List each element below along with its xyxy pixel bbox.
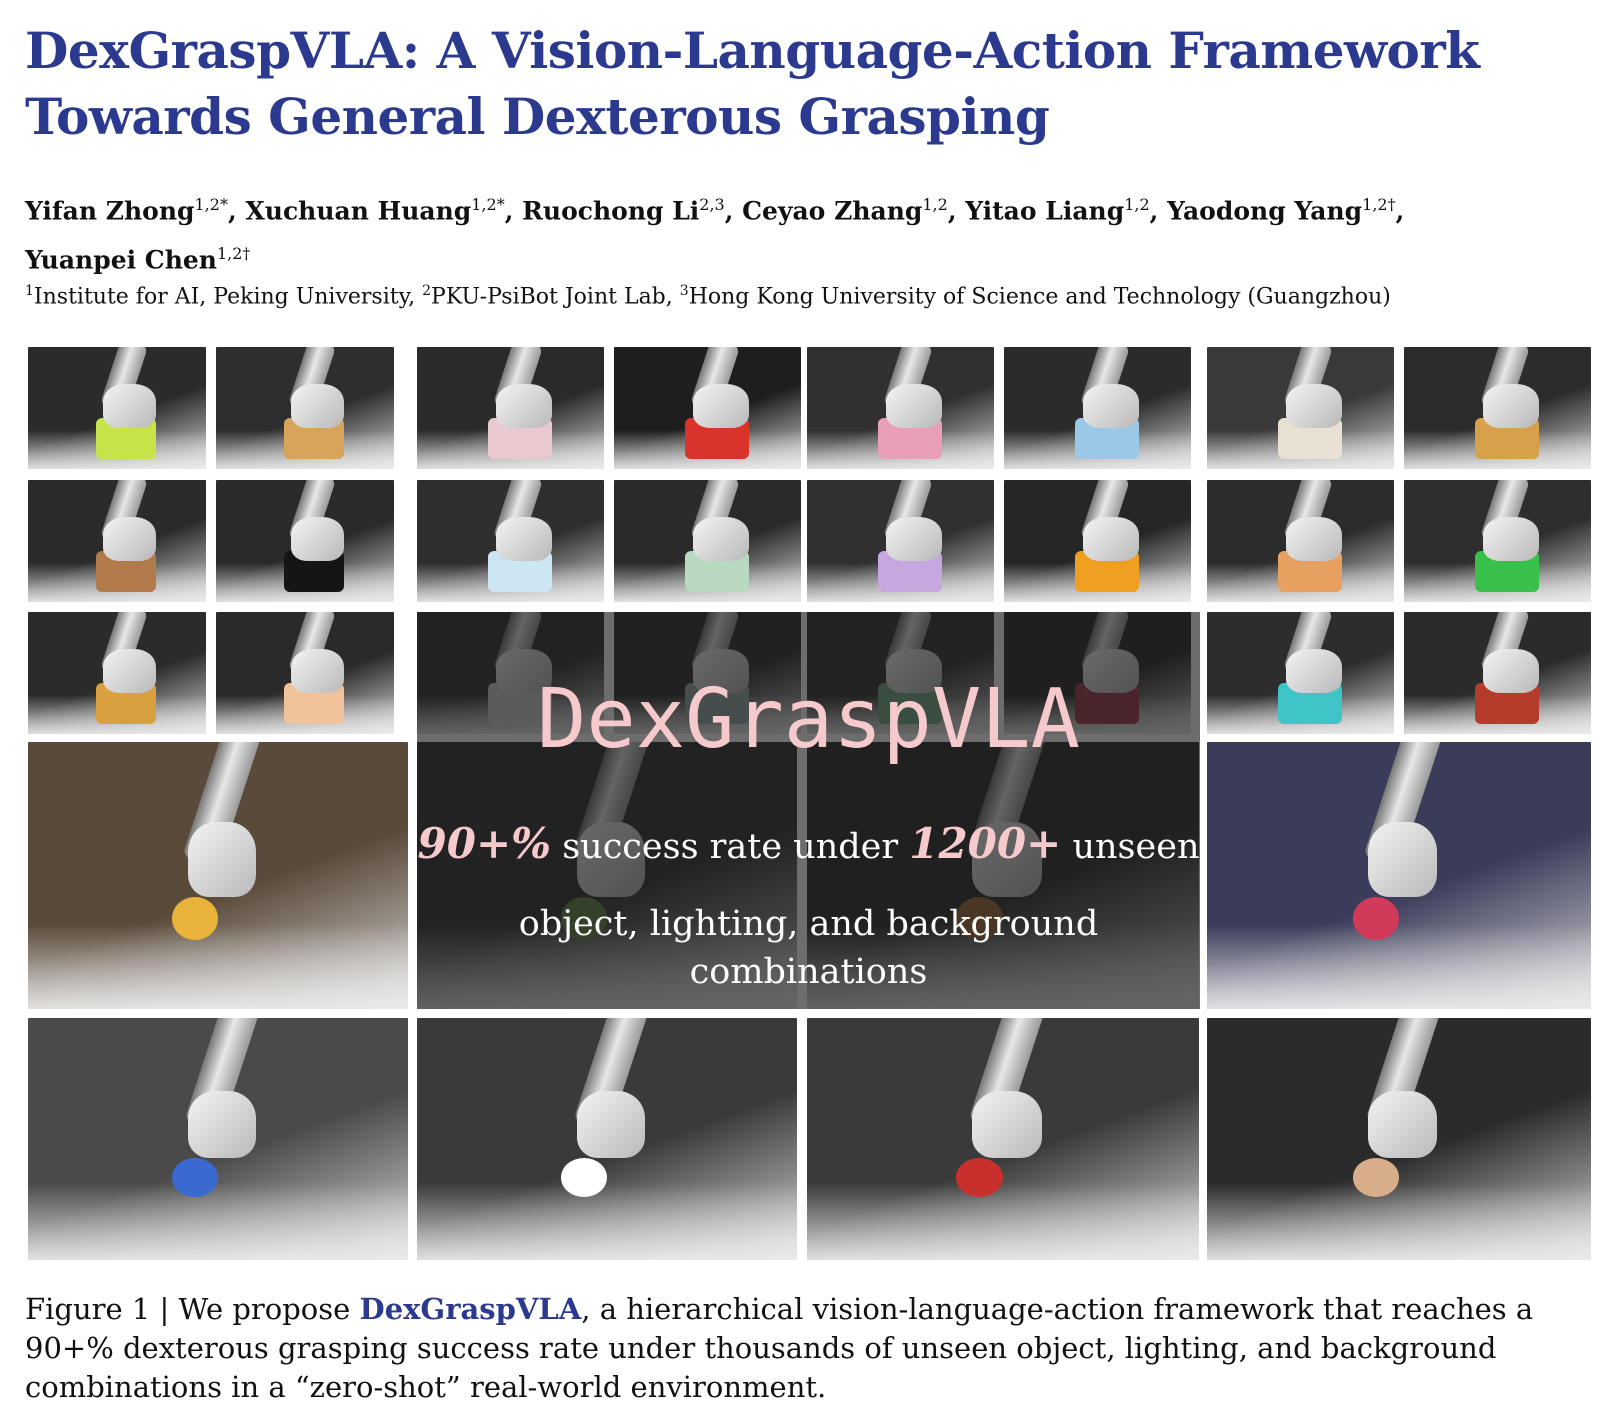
grasped-object — [172, 896, 218, 940]
figure-photo-tile — [216, 480, 394, 602]
figure-photo-tile — [1404, 612, 1591, 734]
robot-hand — [1482, 383, 1539, 428]
table-surface — [1207, 1182, 1591, 1260]
author-affil: 1,2* — [194, 195, 228, 214]
robot-hand — [495, 516, 552, 561]
affil-name: Hong Kong University of Science and Tech… — [688, 284, 1391, 310]
robot-hand — [1482, 516, 1539, 561]
figure-photo-tile — [216, 612, 394, 734]
robot-hand — [290, 648, 345, 693]
robot-hand — [290, 516, 345, 561]
figure-photo-tile — [1207, 742, 1591, 1009]
robot-hand — [1082, 383, 1139, 428]
robot-hand — [692, 383, 749, 428]
figure-photo-tile — [28, 480, 206, 602]
figure-photo-tile — [28, 612, 206, 734]
figure-photo-tile — [614, 347, 801, 469]
figure-photo-tile — [1207, 1018, 1591, 1260]
robot-hand — [1082, 516, 1139, 561]
robot-hand — [290, 383, 345, 428]
figure-photo-tile — [417, 480, 604, 602]
figure-photo-tile — [1207, 347, 1394, 469]
author-list: Yifan Zhong1,2*, Xuchuan Huang1,2*, Ruoc… — [25, 195, 1405, 275]
figure-photo-tile — [1207, 612, 1394, 734]
figure-photo-tile — [417, 347, 604, 469]
author-name: Yitao Liang — [965, 196, 1125, 226]
author-name: Yifan Zhong — [25, 196, 195, 226]
figure-photo-tile — [807, 347, 994, 469]
robot-hand — [692, 516, 749, 561]
figure-photo-tile — [28, 347, 206, 469]
table-surface — [417, 1182, 797, 1260]
caption-highlight: DexGraspVLA — [359, 1292, 582, 1326]
figure-photo-tile — [1004, 480, 1191, 602]
robot-hand — [1482, 648, 1539, 693]
table-surface — [28, 923, 408, 1009]
robot-hand — [1285, 648, 1342, 693]
affil-number: 3 — [679, 283, 689, 299]
figure-photo-tile — [807, 1018, 1199, 1260]
author-name: Ceyao Zhang — [742, 196, 923, 226]
author-affil: 2,3 — [699, 195, 725, 214]
table-surface — [28, 1182, 408, 1260]
grasped-object — [1352, 896, 1399, 940]
figure-photo-tile — [28, 1018, 408, 1260]
author-affil: 1,2† — [1362, 195, 1396, 214]
figure-photo-tile — [1404, 480, 1591, 602]
grasped-object — [172, 1158, 218, 1198]
table-surface — [807, 1182, 1199, 1260]
robot-hand — [102, 648, 157, 693]
figure-photo-tile — [1207, 480, 1394, 602]
affil-name: PKU-PsiBot Joint Lab — [431, 284, 666, 310]
robot-hand — [1368, 822, 1438, 897]
robot-hand — [1285, 516, 1342, 561]
overlay-text: success rate under — [562, 827, 899, 867]
grasped-object — [1352, 1158, 1399, 1198]
author-affil: 1,2* — [471, 195, 505, 214]
figure-photo-tile — [28, 742, 408, 1009]
figure-photo-tile — [1004, 347, 1191, 469]
overlay-highlight-rate: 90+% — [417, 819, 552, 868]
robot-hand — [576, 1090, 645, 1159]
overlay-brand: DexGraspVLA — [536, 672, 1081, 767]
author-name: Yaodong Yang — [1167, 196, 1363, 226]
affil-number: 1 — [25, 283, 34, 299]
robot-hand — [1285, 383, 1342, 428]
author-name: Ruochong Li — [522, 196, 700, 226]
figure-photo-tile — [216, 347, 394, 469]
figure-caption: Figure 1 | We propose DexGraspVLA, a hie… — [25, 1290, 1605, 1407]
robot-hand — [495, 383, 552, 428]
figure-photo-tile — [417, 1018, 797, 1260]
overlay-highlight-count: 1200+ — [909, 819, 1062, 868]
overlay-line-2: object, lighting, and background combina… — [518, 904, 1099, 992]
robot-hand — [885, 383, 942, 428]
caption-prefix: Figure 1 | We propose — [25, 1292, 360, 1326]
grasped-object — [955, 1158, 1003, 1198]
overlay-line-1: 90+% success rate under 1200+ unseen — [417, 820, 1200, 871]
table-surface — [1207, 923, 1591, 1009]
robot-hand — [187, 822, 256, 897]
grasped-object — [561, 1158, 607, 1198]
robot-hand — [102, 383, 157, 428]
affiliation-list: 1Institute for AI, Peking University, 2P… — [25, 283, 1391, 310]
author-name: Yuanpei Chen — [25, 245, 217, 275]
figure-photo-tile — [1404, 347, 1591, 469]
author-name: Xuchuan Huang — [245, 196, 472, 226]
author-affil: 1,2 — [1124, 195, 1150, 214]
affil-name: Institute for AI, Peking University — [33, 284, 409, 310]
author-affil: 1,2† — [216, 244, 251, 264]
robot-hand — [187, 1090, 256, 1159]
paper-title: DexGraspVLA: A Vision-Language-Action Fr… — [25, 21, 1480, 146]
figure-overlay: DexGraspVLA 90+% success rate under 1200… — [417, 612, 1200, 1009]
figure-photo-tile — [614, 480, 801, 602]
overlay-text: unseen — [1072, 827, 1200, 867]
robot-hand — [1368, 1090, 1438, 1159]
robot-hand — [971, 1090, 1043, 1159]
robot-hand — [885, 516, 942, 561]
figure-photo-tile — [807, 480, 994, 602]
affil-number: 2 — [422, 283, 432, 299]
author-affil: 1,2 — [922, 195, 948, 214]
robot-hand — [102, 516, 157, 561]
